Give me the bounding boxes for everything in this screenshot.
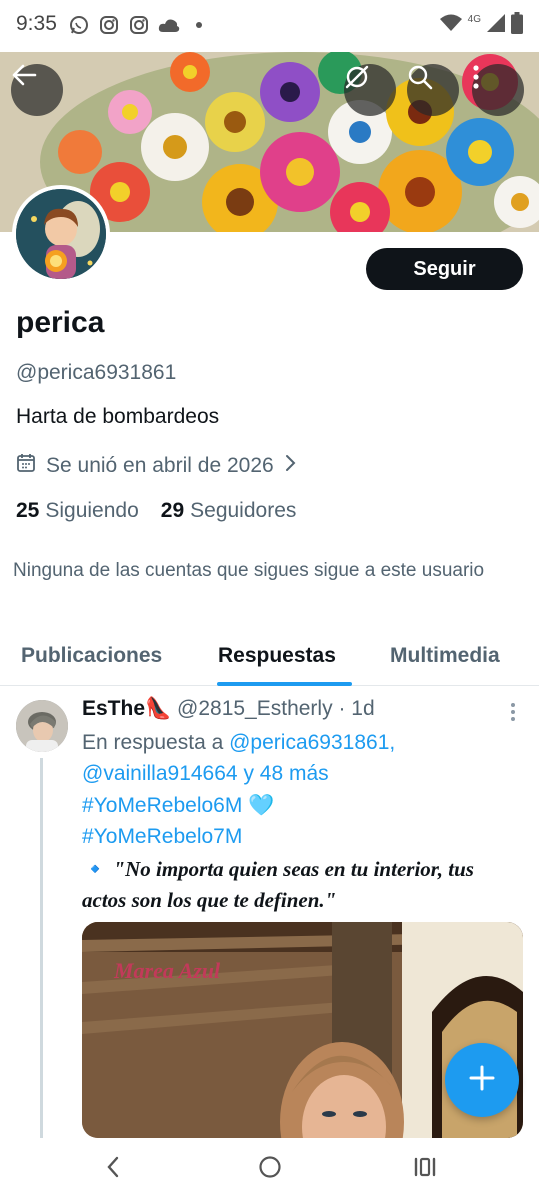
followers-label: Seguidores <box>190 499 297 522</box>
nav-back-button[interactable] <box>98 1154 128 1184</box>
reply-more-link[interactable]: y 48 más <box>243 762 328 785</box>
diamond-emoji: 🔹 <box>82 857 109 881</box>
reply-mention-link[interactable]: @perica6931861, <box>229 731 395 754</box>
post-quote-text: 🔹 "No importa quien seas en tu interior,… <box>82 854 522 916</box>
post-header: EsThe👠 @2815_Estherly · 1d <box>82 697 375 721</box>
whatsapp-icon <box>68 14 90 36</box>
follow-button[interactable]: Seguir <box>366 248 523 290</box>
followers-link[interactable]: 29 Seguidores <box>161 499 297 523</box>
recents-icon <box>413 1156 437 1183</box>
reply-mention-link[interactable]: @vainilla914664 <box>82 762 238 785</box>
more-options-button[interactable] <box>472 64 524 116</box>
post-hashtags: #YoMeRebelo6M 🩵 #YoMeRebelo7M <box>82 790 274 852</box>
post-author-handle[interactable]: @2815_Estherly <box>177 697 333 720</box>
post-time: 1d <box>351 697 375 720</box>
calendar-icon <box>16 453 36 479</box>
status-bar: 9:35 4G <box>0 0 539 52</box>
dot-icon <box>188 14 210 36</box>
joined-date-row[interactable]: Se unió en abril de 2026 <box>16 453 296 479</box>
thread-line <box>40 758 43 1138</box>
joined-date-text: Se unió en abril de 2026 <box>46 454 274 477</box>
more-vertical-icon <box>506 703 520 728</box>
wifi-icon <box>439 14 462 37</box>
network-type: 4G <box>467 14 481 25</box>
home-circle-icon <box>258 1155 282 1184</box>
tab-publicaciones[interactable]: Publicaciones <box>21 644 162 668</box>
image-caption: Marea Azul <box>114 958 221 983</box>
active-tab-indicator <box>217 682 352 686</box>
system-icons: 4G <box>439 12 523 39</box>
notification-icons <box>68 14 210 36</box>
profile-handle: @perica6931861 <box>16 361 177 384</box>
post-more-button[interactable] <box>506 700 520 724</box>
battery-icon <box>511 12 523 39</box>
chevron-right-icon <box>284 454 296 478</box>
nav-recents-button[interactable] <box>410 1154 440 1184</box>
profile-bio: Harta de bombardeos <box>16 405 220 428</box>
search-button[interactable] <box>407 64 459 116</box>
post-author-avatar[interactable] <box>16 700 68 752</box>
post-author-name[interactable]: EsThe👠 <box>82 697 171 720</box>
tab-multimedia[interactable]: Multimedia <box>390 644 500 668</box>
profile-display-name: perica <box>16 306 105 339</box>
tab-respuestas[interactable]: Respuestas <box>218 644 336 668</box>
profile-avatar[interactable] <box>12 185 110 283</box>
following-link[interactable]: 25 Siguiendo <box>16 499 139 523</box>
heart-emoji: 🩵 <box>248 794 275 817</box>
reply-context: En respuesta a @perica6931861, @vainilla… <box>82 727 522 789</box>
cloud-icon <box>158 14 180 36</box>
back-button[interactable] <box>11 64 63 116</box>
compose-post-button[interactable] <box>445 1043 519 1117</box>
system-navigation-bar <box>0 1138 539 1200</box>
mutual-followers-note: Ninguna de las cuentas que sigues sigue … <box>13 560 485 581</box>
plus-icon <box>468 1064 496 1097</box>
signal-icon <box>487 14 505 37</box>
status-time: 9:35 <box>16 12 57 35</box>
profile-tabs: Publicaciones Respuestas Multimedia <box>0 630 539 686</box>
chevron-left-icon <box>106 1156 120 1183</box>
post-meta-separator: · <box>338 697 346 720</box>
following-label: Siguiendo <box>45 499 139 522</box>
reply-prefix: En respuesta a <box>82 731 224 754</box>
followers-count: 29 <box>160 499 185 522</box>
author-avatar-image <box>16 700 68 752</box>
instagram-icon <box>98 14 120 36</box>
following-count: 25 <box>16 499 40 522</box>
quote-body: "No importa quien seas en tu interior, t… <box>82 857 474 912</box>
follow-stats: 25 Siguiendo 29 Seguidores <box>16 499 296 523</box>
grok-button[interactable] <box>344 64 396 116</box>
nav-home-button[interactable] <box>255 1154 285 1184</box>
hashtag-link[interactable]: #YoMeRebelo6M <box>82 794 242 817</box>
angel-child-avatar-image <box>16 189 106 279</box>
hashtag-link[interactable]: #YoMeRebelo7M <box>82 825 242 848</box>
instagram-icon <box>128 14 150 36</box>
